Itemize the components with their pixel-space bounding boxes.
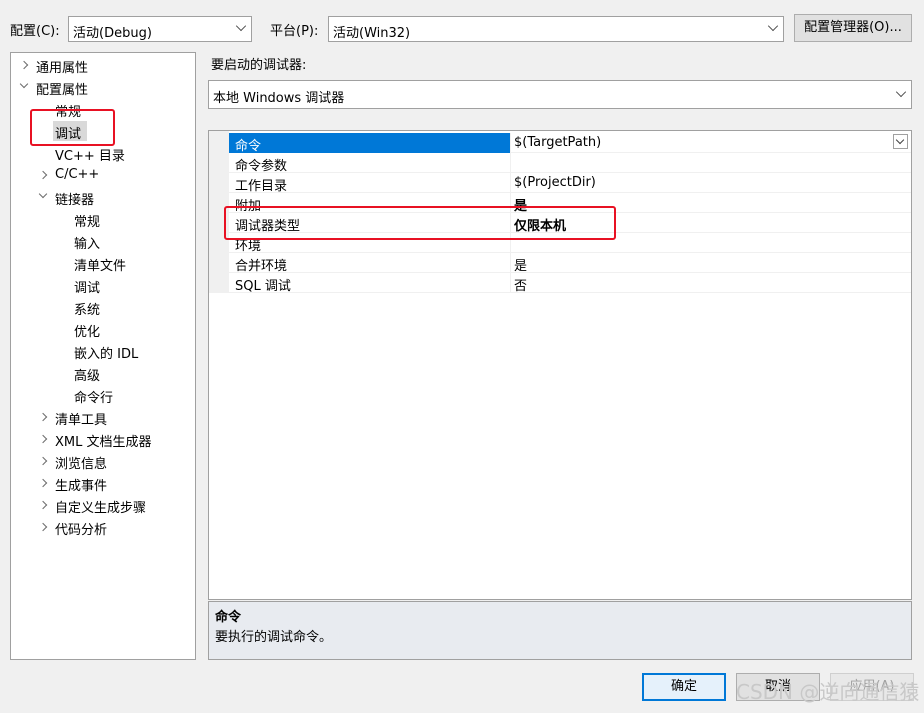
column-separator — [510, 153, 511, 173]
chevron-down-icon — [767, 20, 779, 32]
property-row[interactable]: 命令参数 — [229, 153, 911, 174]
column-separator — [510, 253, 511, 273]
chevron-right-icon[interactable] — [38, 170, 48, 180]
property-value[interactable]: 是 — [514, 255, 527, 274]
property-row[interactable]: SQL 调试 否 — [229, 273, 911, 294]
chevron-down-icon — [235, 20, 247, 32]
row-selection — [229, 133, 510, 153]
property-name: 合并环境 — [235, 259, 288, 274]
config-manager-button[interactable]: 配置管理器(O)... — [794, 14, 912, 42]
tree-item[interactable]: 通用属性 — [11, 56, 195, 76]
property-name: SQL 调试 — [235, 279, 291, 294]
tree-item[interactable]: 常规 — [11, 210, 195, 230]
chevron-down-icon[interactable] — [38, 189, 48, 199]
tree-item[interactable]: 浏览信息 — [11, 452, 195, 472]
debugger-label: 要启动的调试器: — [211, 58, 307, 73]
tree-item-label: 生成事件 — [55, 479, 108, 494]
property-value[interactable]: $(TargetPath) — [514, 135, 601, 150]
chevron-right-icon[interactable] — [19, 60, 29, 70]
chevron-right-icon[interactable] — [38, 500, 48, 510]
highlight-box-grid — [224, 206, 616, 240]
tree-item-label: 系统 — [74, 303, 101, 318]
tree-item[interactable]: 高级 — [11, 364, 195, 384]
tree-item-label: 输入 — [74, 237, 101, 252]
property-name: 命令参数 — [235, 159, 288, 174]
property-name: 工作目录 — [235, 179, 288, 194]
column-separator — [510, 173, 511, 193]
tree-item-label: 调试 — [74, 281, 101, 296]
tree-item[interactable]: 清单文件 — [11, 254, 195, 274]
config-label: 配置(C): — [10, 24, 60, 39]
value-dropdown-button[interactable] — [893, 134, 908, 149]
platform-select[interactable]: 活动(Win32) — [328, 16, 784, 42]
property-value[interactable]: 否 — [514, 275, 527, 294]
tree-item[interactable]: 清单工具 — [11, 408, 195, 428]
tree-item[interactable]: XML 文档生成器 — [11, 430, 195, 450]
property-row[interactable]: 合并环境 是 — [229, 253, 911, 274]
platform-value: 活动(Win32) — [333, 26, 411, 41]
tree-item-label: 自定义生成步骤 — [55, 501, 147, 516]
tree-item[interactable]: 命令行 — [11, 386, 195, 406]
config-manager-label: 配置管理器(O)... — [804, 20, 902, 35]
tree-item[interactable]: 链接器 — [11, 188, 195, 208]
tree-item[interactable]: VC++ 目录 — [11, 144, 195, 164]
tree-item[interactable]: 嵌入的 IDL — [11, 342, 195, 362]
column-separator — [510, 273, 511, 293]
tree-item[interactable]: 优化 — [11, 320, 195, 340]
tree-item[interactable]: 自定义生成步骤 — [11, 496, 195, 516]
tree-item-label: 嵌入的 IDL — [74, 347, 139, 362]
tree-item[interactable]: 生成事件 — [11, 474, 195, 494]
chevron-down-icon[interactable] — [19, 79, 29, 89]
tree-item-label: 清单文件 — [74, 259, 127, 274]
property-name: 命令 — [235, 139, 262, 154]
chevron-right-icon[interactable] — [38, 478, 48, 488]
tree-item-label: 清单工具 — [55, 413, 108, 428]
tree-item-label: 链接器 — [55, 193, 95, 208]
description-pane: 命令 要执行的调试命令。 — [208, 601, 912, 660]
tree-item-label: 配置属性 — [36, 83, 89, 98]
debugger-select[interactable]: 本地 Windows 调试器 — [208, 80, 912, 109]
chevron-down-icon — [895, 86, 907, 98]
tree-item[interactable]: 系统 — [11, 298, 195, 318]
tree-item-label: 代码分析 — [55, 523, 108, 538]
config-select[interactable]: 活动(Debug) — [68, 16, 252, 42]
tree-item-label: 常规 — [74, 215, 101, 230]
chevron-right-icon[interactable] — [38, 412, 48, 422]
description-title: 命令 — [215, 610, 242, 625]
property-value[interactable]: $(ProjectDir) — [514, 175, 596, 190]
tree-item[interactable]: 配置属性 — [11, 78, 195, 98]
ok-label: 确定 — [670, 679, 697, 694]
ok-button[interactable]: 确定 — [642, 673, 726, 701]
tree-item[interactable]: C/C++ — [11, 166, 195, 186]
config-value: 活动(Debug) — [73, 26, 152, 41]
tree-item[interactable]: 调试 — [11, 276, 195, 296]
tree-item-label: 命令行 — [74, 391, 114, 406]
chevron-right-icon[interactable] — [38, 522, 48, 532]
property-grid[interactable]: 命令 $(TargetPath) 命令参数 工作目录 $(ProjectDir) 附加是调… — [208, 130, 912, 600]
chevron-down-icon — [895, 135, 905, 145]
watermark: CSDN @逆向通信猿 — [736, 680, 920, 704]
chevron-right-icon[interactable] — [38, 434, 48, 444]
column-separator — [510, 133, 511, 153]
tree-item-label: 浏览信息 — [55, 457, 108, 472]
chevron-right-icon[interactable] — [38, 456, 48, 466]
property-row[interactable]: 命令 $(TargetPath) — [229, 133, 911, 154]
tree-item-label: VC++ 目录 — [55, 149, 125, 164]
property-row[interactable]: 工作目录 $(ProjectDir) — [229, 173, 911, 194]
description-text: 要执行的调试命令。 — [215, 630, 333, 645]
tree-item[interactable]: 代码分析 — [11, 518, 195, 538]
tree-item-label: 高级 — [74, 369, 101, 384]
tree-item[interactable]: 输入 — [11, 232, 195, 252]
platform-label: 平台(P): — [270, 24, 319, 39]
tree-item-label: 优化 — [74, 325, 101, 340]
highlight-box-tree — [30, 109, 115, 146]
tree-item-label: XML 文档生成器 — [55, 435, 152, 450]
tree-item-label: 通用属性 — [36, 61, 89, 76]
tree-item-label: C/C++ — [55, 167, 100, 182]
debugger-value: 本地 Windows 调试器 — [213, 91, 345, 106]
